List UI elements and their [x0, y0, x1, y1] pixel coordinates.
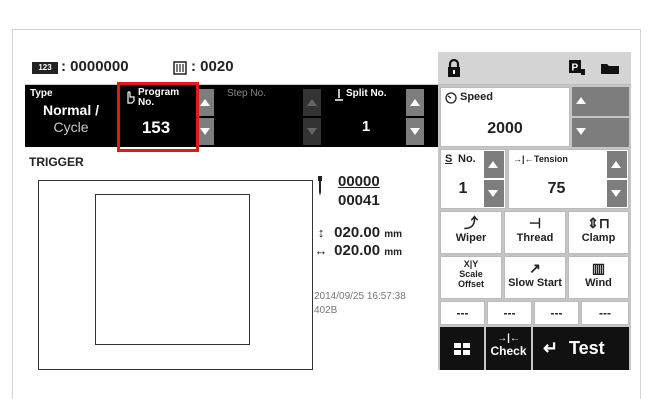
- program-no-highlight: [117, 82, 199, 152]
- needle-icon: [318, 176, 322, 196]
- speed-value: 2000: [487, 120, 523, 137]
- type-value-line1: Normal /: [42, 102, 99, 118]
- vertical-arrow-icon: ↕: [317, 225, 325, 240]
- wind-icon: ▥: [591, 260, 606, 276]
- dimension-y-value: 020.00: [334, 224, 381, 241]
- slow-start-button[interactable]: ↗ Slow Start: [504, 256, 566, 299]
- speed-down-button[interactable]: [572, 118, 629, 147]
- lock-icon[interactable]: [447, 59, 461, 77]
- wiper-label: Wiper: [455, 232, 487, 244]
- p-icon[interactable]: P: [569, 60, 585, 75]
- counter-value: : 0000000: [61, 58, 129, 75]
- speed-label: Speed: [460, 91, 494, 103]
- speed-up-button[interactable]: [572, 87, 629, 116]
- split-no-cell[interactable]: Split No. 1: [330, 85, 402, 147]
- step-no-down-button[interactable]: [303, 118, 321, 145]
- custom-button-3[interactable]: ---: [534, 301, 579, 325]
- slow-start-icon: ↗: [529, 260, 541, 276]
- svg-text:P: P: [572, 63, 579, 74]
- counter-icon: 123: [32, 62, 58, 74]
- s-no-up-button[interactable]: [484, 151, 504, 178]
- type-value-line2: Cycle: [53, 119, 89, 135]
- xy-icon: X|Y: [463, 259, 479, 269]
- horizontal-arrow-icon: ↔: [314, 243, 328, 258]
- s-no-value: 1: [458, 180, 468, 197]
- tension-label: Tension: [534, 154, 568, 164]
- step-no-label: Step No.: [227, 88, 266, 99]
- dimension-x: ↔ 020.00 mm: [312, 242, 403, 259]
- wiper-button[interactable]: ⤴ Wiper: [440, 211, 502, 254]
- speed-box[interactable]: Speed 2000: [440, 87, 570, 147]
- split-no-up-button[interactable]: [406, 89, 424, 116]
- check-icon: →|←: [497, 333, 520, 344]
- tension-up-button[interactable]: [607, 151, 627, 178]
- check-button[interactable]: →|← Check: [486, 327, 531, 370]
- s-no-label: No.: [458, 153, 476, 165]
- dimension-y: ↕ 020.00 mm: [312, 224, 402, 241]
- custom-button-4[interactable]: ---: [581, 301, 629, 325]
- split-no-label: Split No.: [346, 88, 387, 99]
- clamp-label: Clamp: [581, 232, 616, 244]
- status-bar: 123 : 0000000 : 0020: [25, 52, 438, 85]
- parameter-row: Type Normal / Cycle Program No. 153 Step…: [25, 85, 438, 147]
- move-cross-icon: [450, 339, 474, 359]
- type-label: Type: [30, 88, 53, 99]
- control-panel: Speed 2000 S No. 1 →|← Tension 75 ⤴ Wipe…: [438, 85, 631, 370]
- s-icon: S: [445, 153, 453, 165]
- wind-button[interactable]: ▥ Wind: [568, 256, 629, 299]
- test-label: Test: [569, 338, 605, 358]
- tension-down-button[interactable]: [607, 180, 627, 207]
- custom-button-2[interactable]: ---: [487, 301, 532, 325]
- folder-icon[interactable]: [601, 62, 619, 74]
- clamp-icon: ⇕⊓: [587, 215, 610, 231]
- dimension-x-unit: mm: [384, 247, 403, 258]
- type-cell[interactable]: Type Normal / Cycle: [25, 85, 117, 147]
- scale-offset-button[interactable]: X|Y Scale Offset: [440, 256, 502, 299]
- split-icon: [335, 89, 343, 101]
- status-icons-bar: P: [438, 52, 631, 85]
- version-text: 402B: [314, 305, 338, 316]
- split-no-down-button[interactable]: [406, 118, 424, 145]
- s-no-down-button[interactable]: [484, 180, 504, 207]
- split-no-value: 1: [361, 118, 371, 135]
- tension-value: 75: [547, 180, 566, 197]
- step-no-cell[interactable]: Step No.: [222, 85, 302, 147]
- dimension-y-unit: mm: [384, 229, 403, 240]
- wind-label: Wind: [585, 277, 612, 289]
- sewing-machine-screen: 123 : 0000000 : 0020 P Type Normal / Cyc…: [25, 52, 631, 370]
- speed-gauge-icon: [445, 92, 457, 104]
- datetime-text: 2014/09/25 16:57:38: [314, 291, 406, 302]
- stitch-total: 00041: [338, 192, 380, 209]
- wiper-icon: ⤴: [464, 215, 478, 231]
- scale-label: Scale: [459, 269, 483, 279]
- step-no-up-button[interactable]: [303, 89, 321, 116]
- tension-icon: →|←: [513, 154, 534, 164]
- move-button[interactable]: [440, 327, 484, 370]
- thread-label: Thread: [516, 232, 554, 244]
- custom-button-1[interactable]: ---: [440, 301, 485, 325]
- bobbin-counter-value: : 0020: [191, 58, 234, 75]
- dimension-x-value: 020.00: [334, 242, 381, 259]
- test-button[interactable]: ↵ Test: [533, 327, 629, 370]
- return-icon: ↵: [543, 338, 559, 358]
- offset-label: Offset: [457, 279, 484, 289]
- pattern-frame: [95, 194, 250, 345]
- bobbin-counter-icon: [173, 61, 187, 75]
- thread-icon: ⊣: [528, 215, 542, 231]
- check-label: Check: [490, 344, 527, 358]
- slow-start-label: Slow Start: [508, 277, 562, 289]
- thread-button[interactable]: ⊣ Thread: [504, 211, 566, 254]
- trigger-label: TRIGGER: [29, 155, 84, 169]
- clamp-button[interactable]: ⇕⊓ Clamp: [568, 211, 629, 254]
- stitch-current: 00000: [338, 173, 380, 190]
